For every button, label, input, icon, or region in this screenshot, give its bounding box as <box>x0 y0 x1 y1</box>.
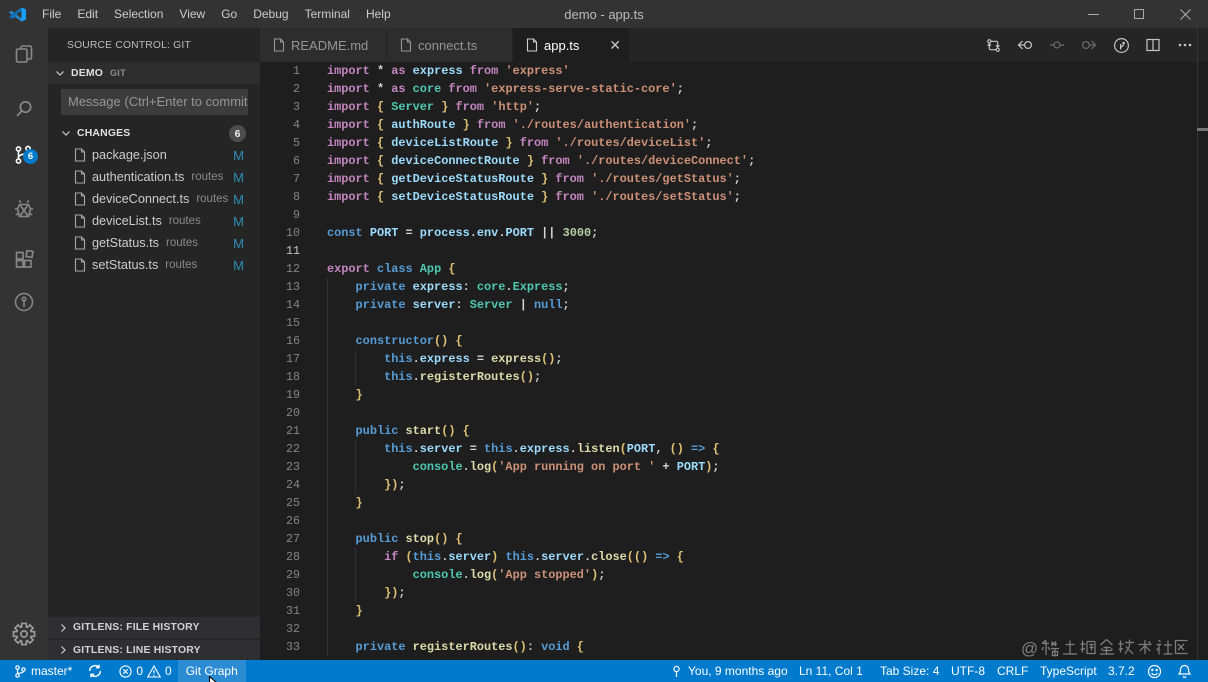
svg-text:@: @ <box>1021 639 1038 658</box>
